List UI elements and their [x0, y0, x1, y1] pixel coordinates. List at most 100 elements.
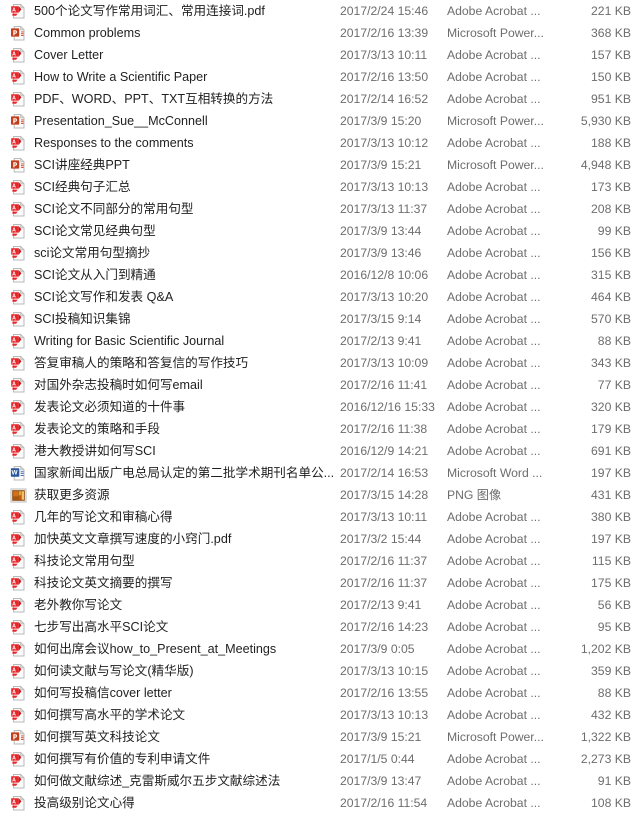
file-row[interactable]: A 几年的写论文和审稿心得 2017/3/13 10:11 Adobe Acrobat…: [0, 506, 639, 528]
file-row[interactable]: A 港大教授讲如何写SCI 2016/12/9 14:21 Adobe Acrobat…: [0, 440, 639, 462]
file-row[interactable]: A 500个论文写作常用词汇、常用连接词.pdf 2017/2/24 15:46 Ad…: [0, 0, 639, 22]
file-row[interactable]: A 如何撰写高水平的学术论文 2017/3/13 10:13 Adobe Acroba…: [0, 704, 639, 726]
svg-text:A: A: [12, 447, 16, 453]
file-size: 115 KB: [591, 554, 631, 568]
pdf-file-icon: A: [10, 795, 27, 812]
file-row[interactable]: A 发表论文的策略和手段 2017/2/16 11:38 Adobe Acrobat …: [0, 418, 639, 440]
file-row[interactable]: A 发表论文必须知道的十件事 2016/12/16 15:33 Adobe Acrob…: [0, 396, 639, 418]
pdf-file-icon: A: [10, 135, 27, 152]
file-name[interactable]: 港大教授讲如何写SCI: [34, 440, 340, 462]
file-list-details-view[interactable]: A 500个论文写作常用词汇、常用连接词.pdf 2017/2/24 15:46 Ad…: [0, 0, 639, 810]
file-name[interactable]: 获取更多资源: [34, 484, 340, 506]
file-row[interactable]: A SCI论文常见经典句型 2017/3/9 13:44 Adobe Acrobat …: [0, 220, 639, 242]
file-row[interactable]: 获取更多资源 2017/3/15 14:28 PNG 图像 431 KB: [0, 484, 639, 506]
file-row[interactable]: A 答复审稿人的策略和答复信的写作技巧 2017/3/13 10:09 Adobe A…: [0, 352, 639, 374]
pdf-file-icon: A: [10, 201, 27, 218]
file-row[interactable]: A 如何撰写有价值的专利申请文件 2017/1/5 0:44 Adobe Acroba…: [0, 748, 639, 770]
file-name[interactable]: 如何写投稿信cover letter: [34, 682, 340, 704]
file-name[interactable]: SCI经典句子汇总: [34, 176, 340, 198]
file-name[interactable]: 七步写出高水平SCI论文: [34, 616, 340, 638]
file-row[interactable]: A 科技论文常用句型 2017/2/16 11:37 Adobe Acrobat ..…: [0, 550, 639, 572]
file-name[interactable]: 发表论文的策略和手段: [34, 418, 340, 440]
file-name[interactable]: 如何撰写英文科技论文: [34, 726, 340, 748]
file-row[interactable]: A PDF、WORD、PPT、TXT互相转换的方法 2017/2/14 16:52 A…: [0, 88, 639, 110]
file-name[interactable]: Responses to the comments: [34, 132, 340, 154]
file-name[interactable]: 对国外杂志投稿时如何写email: [34, 374, 340, 396]
file-size: 156 KB: [591, 246, 631, 260]
file-name[interactable]: 科技论文常用句型: [34, 550, 340, 572]
file-name[interactable]: SCI论文从入门到精通: [34, 264, 340, 286]
file-size: 359 KB: [591, 664, 631, 678]
file-row[interactable]: 如何撰写英文科技论文 2017/3/9 15:21 Microsoft Power.…: [0, 726, 639, 748]
file-size: 197 KB: [591, 466, 631, 480]
file-row[interactable]: A Responses to the comments 2017/3/13 10:1…: [0, 132, 639, 154]
file-row[interactable]: A SCI经典句子汇总 2017/3/13 10:13 Adobe Acrobat .…: [0, 176, 639, 198]
file-row[interactable]: A 科技论文英文摘要的撰写 2017/2/16 11:37 Adobe Acrobat…: [0, 572, 639, 594]
pdf-file-icon: A: [10, 179, 27, 196]
file-date-modified: 2017/2/16 11:37: [340, 576, 428, 590]
file-row[interactable]: A SCI投稿知识集锦 2017/3/15 9:14 Adobe Acrobat ..…: [0, 308, 639, 330]
file-row[interactable]: Common problems 2017/2/16 13:39 Microsoft …: [0, 22, 639, 44]
file-name[interactable]: SCI论文写作和发表 Q&A: [34, 286, 340, 308]
svg-text:A: A: [12, 73, 16, 79]
file-row[interactable]: A How to Write a Scientific Paper 2017/2/1…: [0, 66, 639, 88]
svg-text:A: A: [12, 425, 16, 431]
file-name[interactable]: SCI论文不同部分的常用句型: [34, 198, 340, 220]
file-name[interactable]: 老外教你写论文: [34, 594, 340, 616]
file-row[interactable]: A SCI论文从入门到精通 2016/12/8 10:06 Adobe Acrobat…: [0, 264, 639, 286]
file-row[interactable]: A SCI论文不同部分的常用句型 2017/3/13 11:37 Adobe Acro…: [0, 198, 639, 220]
file-type: Adobe Acrobat ...: [447, 224, 541, 238]
file-row[interactable]: A 老外教你写论文 2017/2/13 9:41 Adobe Acrobat ... 5…: [0, 594, 639, 616]
file-name[interactable]: 500个论文写作常用词汇、常用连接词.pdf: [34, 0, 340, 22]
file-name[interactable]: 如何撰写有价值的专利申请文件: [34, 748, 340, 770]
file-name[interactable]: How to Write a Scientific Paper: [34, 66, 340, 88]
file-size: 380 KB: [591, 510, 631, 524]
file-row[interactable]: A 如何读文献与写论文(精华版) 2017/3/13 10:15 Adobe Acro…: [0, 660, 639, 682]
file-row[interactable]: Asci论文常用句型摘抄 2017/3/9 13:46 Adobe Acrobat …: [0, 242, 639, 264]
file-row[interactable]: A 如何出席会议how_to_Present_at_Meetings 2017/3/…: [0, 638, 639, 660]
file-row[interactable]: A 如何做文献综述_克雷斯威尔五步文献综述法 2017/3/9 13:47 Adobe…: [0, 770, 639, 792]
file-row[interactable]: SCI讲座经典PPT 2017/3/9 15:21 Microsoft Power.…: [0, 154, 639, 176]
file-name[interactable]: 投高级别论文心得: [34, 792, 340, 814]
file-size: 1,202 KB: [580, 642, 631, 656]
file-row[interactable]: A SCI论文写作和发表 Q&A 2017/3/13 10:20 Adobe Acro…: [0, 286, 639, 308]
powerpoint-file-icon: [10, 25, 27, 42]
file-row[interactable]: A 投高级别论文心得 2017/2/16 11:54 Adobe Acrobat ..…: [0, 792, 639, 814]
file-row[interactable]: A 加快英文文章撰写速度的小窍门.pdf 2017/3/2 15:44 Adobe A…: [0, 528, 639, 550]
file-row[interactable]: A 对国外杂志投稿时如何写email 2017/2/16 11:41 Adobe Ac…: [0, 374, 639, 396]
file-size: 173 KB: [591, 180, 631, 194]
file-row[interactable]: A 如何写投稿信cover letter 2017/2/16 13:55 Adobe …: [0, 682, 639, 704]
file-size: 95 KB: [597, 620, 631, 634]
file-row[interactable]: A Writing for Basic Scientific Journal 201…: [0, 330, 639, 352]
file-row[interactable]: A 七步写出高水平SCI论文 2017/2/16 14:23 Adobe Acroba…: [0, 616, 639, 638]
svg-text:A: A: [12, 183, 16, 189]
file-name[interactable]: 几年的写论文和审稿心得: [34, 506, 340, 528]
file-name[interactable]: 如何出席会议how_to_Present_at_Meetings: [34, 638, 340, 660]
file-name[interactable]: 答复审稿人的策略和答复信的写作技巧: [34, 352, 340, 374]
file-size: 432 KB: [591, 708, 631, 722]
file-row[interactable]: A Cover Letter 2017/3/13 10:11 Adobe Acroba…: [0, 44, 639, 66]
file-row[interactable]: W 国家新闻出版广电总局认定的第二批学术期刊名单公... 2017/2/14 16:…: [0, 462, 639, 484]
file-name[interactable]: 如何做文献综述_克雷斯威尔五步文献综述法: [34, 770, 340, 792]
file-name[interactable]: SCI论文常见经典句型: [34, 220, 340, 242]
file-type: Adobe Acrobat ...: [447, 664, 541, 678]
file-name[interactable]: 发表论文必须知道的十件事: [34, 396, 340, 418]
file-name[interactable]: Common problems: [34, 22, 340, 44]
file-name[interactable]: SCI投稿知识集锦: [34, 308, 340, 330]
file-name[interactable]: sci论文常用句型摘抄: [34, 242, 340, 264]
file-name[interactable]: 如何读文献与写论文(精华版): [34, 660, 340, 682]
file-name[interactable]: 科技论文英文摘要的撰写: [34, 572, 340, 594]
file-name[interactable]: SCI讲座经典PPT: [34, 154, 340, 176]
file-row[interactable]: Presentation_Sue__McConnell 2017/3/9 15:2…: [0, 110, 639, 132]
file-date-modified: 2017/3/15 14:28: [340, 488, 429, 502]
file-name[interactable]: 如何撰写高水平的学术论文: [34, 704, 340, 726]
file-name[interactable]: Presentation_Sue__McConnell: [34, 110, 340, 132]
file-name[interactable]: Writing for Basic Scientific Journal: [34, 330, 340, 352]
file-name[interactable]: PDF、WORD、PPT、TXT互相转换的方法: [34, 88, 340, 110]
file-name[interactable]: 加快英文文章撰写速度的小窍门.pdf: [34, 528, 340, 550]
file-size: 315 KB: [591, 268, 631, 282]
file-name[interactable]: 国家新闻出版广电总局认定的第二批学术期刊名单公...: [34, 462, 340, 484]
file-size: 320 KB: [591, 400, 631, 414]
file-name[interactable]: Cover Letter: [34, 44, 340, 66]
svg-text:A: A: [12, 315, 16, 321]
